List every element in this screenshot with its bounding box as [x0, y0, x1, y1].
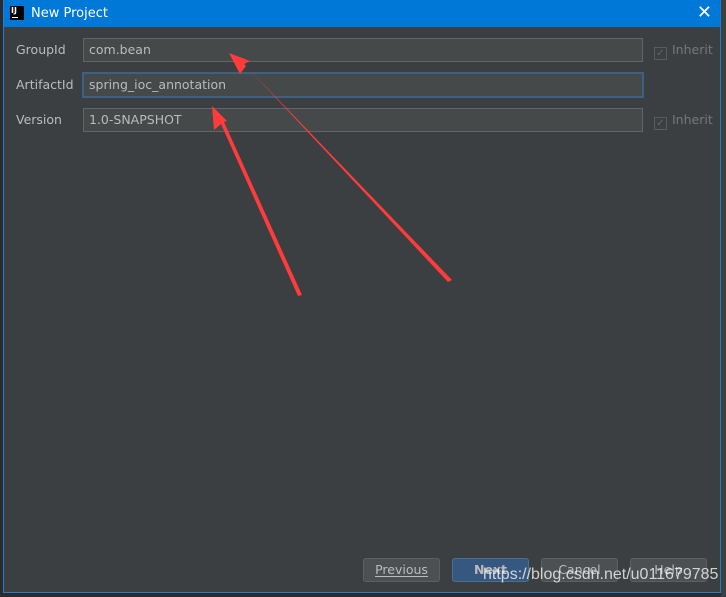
arrow-to-artifactid [212, 106, 302, 296]
arrow-to-groupid [229, 53, 452, 282]
annotation-arrows [212, 53, 452, 296]
watermark-text: https://blog.csdn.net/u011679785 [483, 566, 719, 583]
